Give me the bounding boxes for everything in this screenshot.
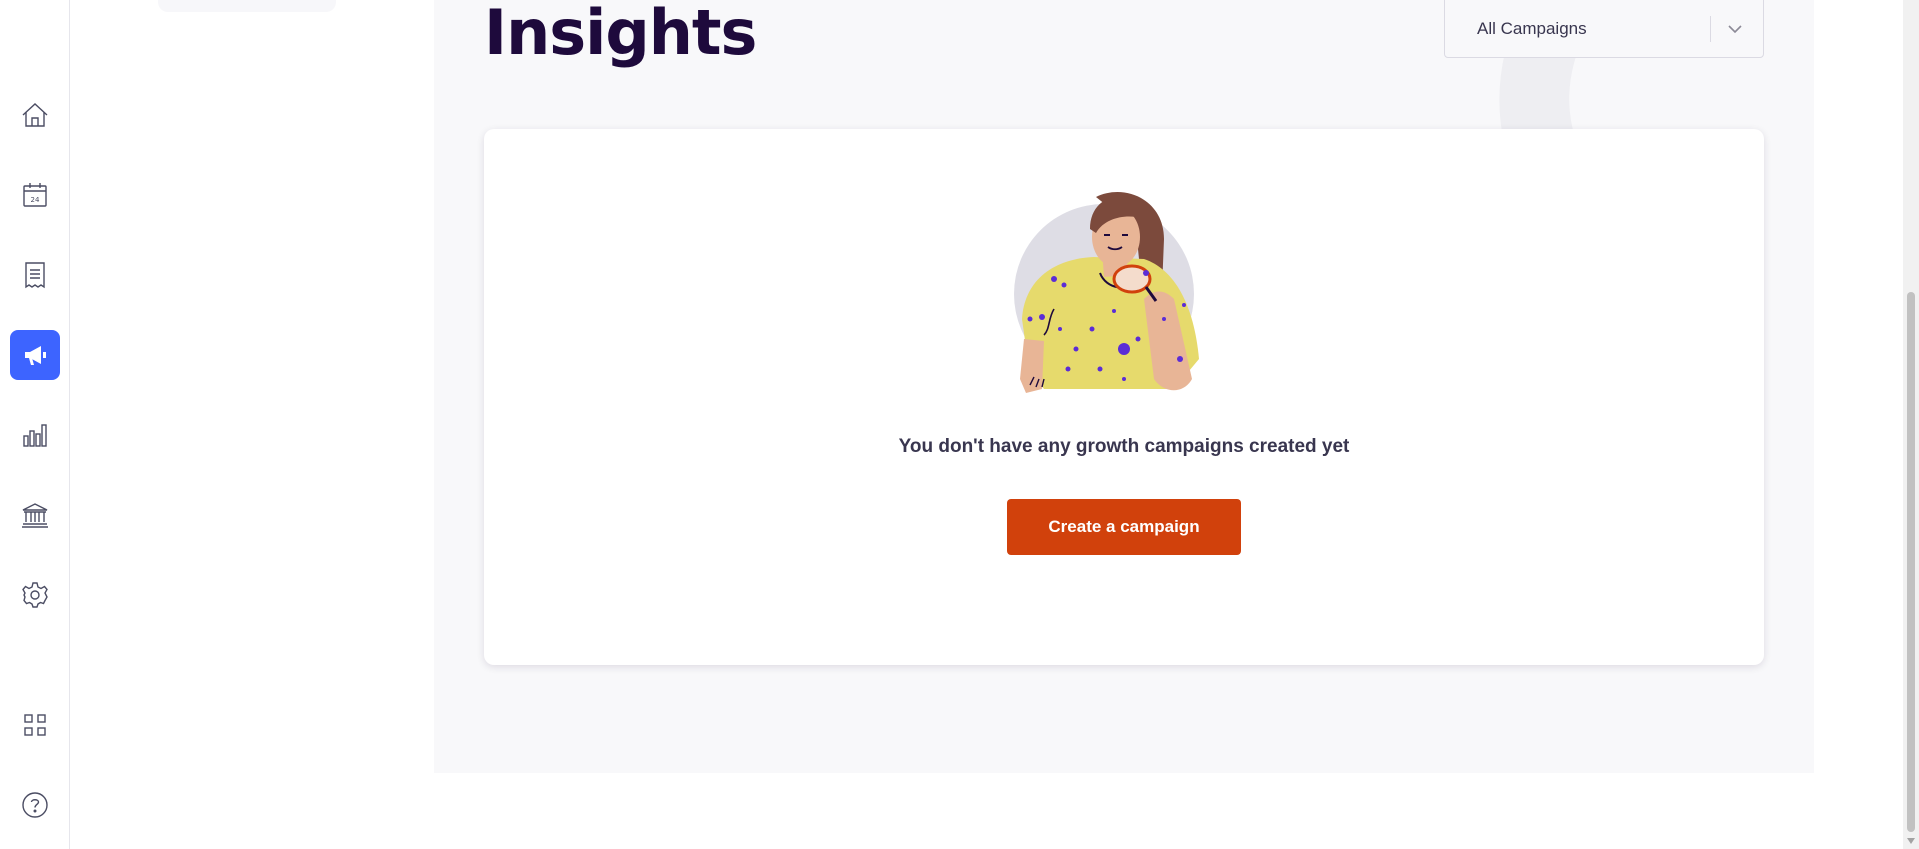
bank-icon: [22, 503, 48, 528]
scrollbar-thumb[interactable]: [1907, 292, 1915, 832]
icon-rail: 24: [0, 0, 70, 849]
page-scrollbar[interactable]: [1903, 0, 1919, 849]
calendar-icon: 24: [23, 183, 47, 207]
apps-grid-icon: [24, 714, 46, 736]
bar-chart-icon: [23, 424, 47, 447]
nav-apps[interactable]: [10, 700, 60, 750]
nav-reports[interactable]: [10, 410, 60, 460]
select-divider: [1710, 16, 1711, 42]
nav-home[interactable]: [10, 90, 60, 140]
home-icon: [22, 103, 48, 127]
nav-calendar[interactable]: 24: [10, 170, 60, 220]
empty-state-message: You don't have any growth campaigns crea…: [898, 436, 1350, 457]
nav-orders[interactable]: [10, 250, 60, 300]
gear-icon: [22, 582, 48, 608]
svg-text:24: 24: [31, 196, 40, 204]
campaign-filter-select[interactable]: All Campaigns: [1444, 0, 1764, 58]
campaign-filter-value: All Campaigns: [1477, 19, 1587, 38]
empty-state-card: You don't have any growth campaigns crea…: [484, 129, 1764, 665]
page-title: Insights: [484, 0, 757, 69]
megaphone-icon: [25, 346, 46, 365]
scroll-down-arrow-icon[interactable]: [1907, 838, 1915, 844]
nav-help[interactable]: [10, 780, 60, 830]
nav-marketing[interactable]: [10, 330, 60, 380]
receipt-icon: [25, 262, 45, 289]
create-campaign-button[interactable]: Create a campaign: [1007, 499, 1241, 555]
nav-settings[interactable]: [10, 570, 60, 620]
empty-state-illustration: [1014, 192, 1199, 393]
main-content: Insights All Campaigns You don't have an…: [434, 0, 1814, 773]
chevron-down-icon: [1728, 25, 1742, 34]
secondary-sidebar-item[interactable]: [158, 0, 336, 12]
nav-finance[interactable]: [10, 490, 60, 540]
help-icon: [22, 792, 48, 818]
